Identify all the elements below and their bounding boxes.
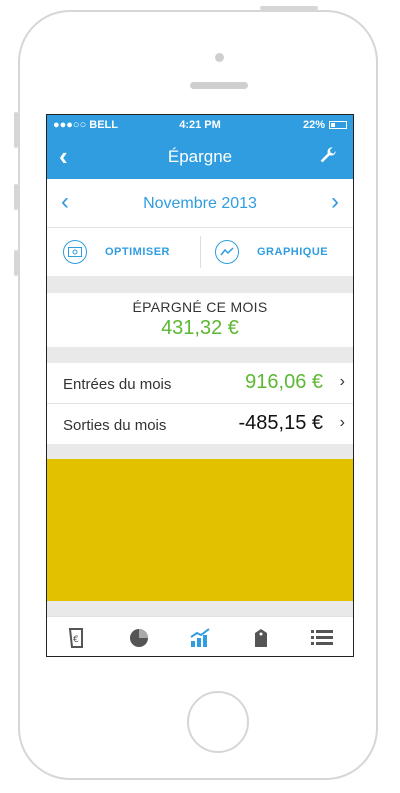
optimize-label: OPTIMISER [105,246,171,258]
battery-percent: 22% [302,119,325,131]
optimize-button[interactable]: OPTIMISER [63,228,170,276]
home-button[interactable] [187,691,249,753]
list-icon [311,629,334,645]
chart-button[interactable]: GRAPHIQUE [215,228,328,276]
wrench-icon[interactable] [317,145,339,172]
nav-bar: ‹ Épargne [47,135,353,179]
chevron-right-icon: › [339,414,345,431]
tab-savings[interactable] [169,617,230,656]
expense-row[interactable]: Sorties du mois -485,15 € › [47,404,353,444]
battery-icon [329,121,347,129]
growth-chart-icon [190,627,210,647]
expense-label: Sorties du mois [63,417,167,434]
month-label: Novembre 2013 [143,195,257,212]
side-button [14,250,18,276]
line-chart-icon [215,240,239,264]
income-expense-list: Entrées du mois 916,06 € › Sorties du mo… [47,363,353,444]
price-tag-icon [255,628,268,647]
svg-text:€: € [73,635,79,645]
side-button [14,184,18,210]
action-bar: OPTIMISER GRAPHIQUE [47,228,353,276]
page-title: Épargne [167,147,233,166]
tab-breakdown[interactable] [108,617,169,656]
money-icon [63,240,87,264]
income-label: Entrées du mois [63,376,172,393]
savings-summary: ÉPARGNÉ CE MOIS 431,32 € [47,293,353,347]
income-row[interactable]: Entrées du mois 916,06 € › [47,363,353,404]
status-bar: ●●●○○ BELL 4:21 PM 22% [47,115,353,135]
chart-label: GRAPHIQUE [257,246,329,258]
tab-documents[interactable]: € [47,617,108,656]
chevron-right-icon: › [339,373,345,390]
month-selector: ‹ Novembre 2013 › [47,179,353,228]
status-right: 22% [303,119,347,131]
top-button [260,6,318,10]
expense-value: -485,15 € [238,412,323,434]
camera-dot [215,53,224,62]
divider [200,236,201,268]
tab-bar: € [47,616,353,656]
income-value: 916,06 € [245,371,323,393]
chart-area [47,459,353,601]
side-button [14,112,18,148]
pie-chart-icon [129,628,148,647]
document-euro-icon: € [68,627,83,648]
savings-value: 431,32 € [161,317,239,339]
speaker-grille [190,82,248,89]
app-screen: ●●●○○ BELL 4:21 PM 22% ‹ Épargne ‹ Novem… [46,114,354,657]
tab-tags[interactable] [231,617,292,656]
next-month-icon[interactable]: › [331,188,339,216]
tab-list[interactable] [292,617,353,656]
savings-label: ÉPARGNÉ CE MOIS [132,299,268,315]
